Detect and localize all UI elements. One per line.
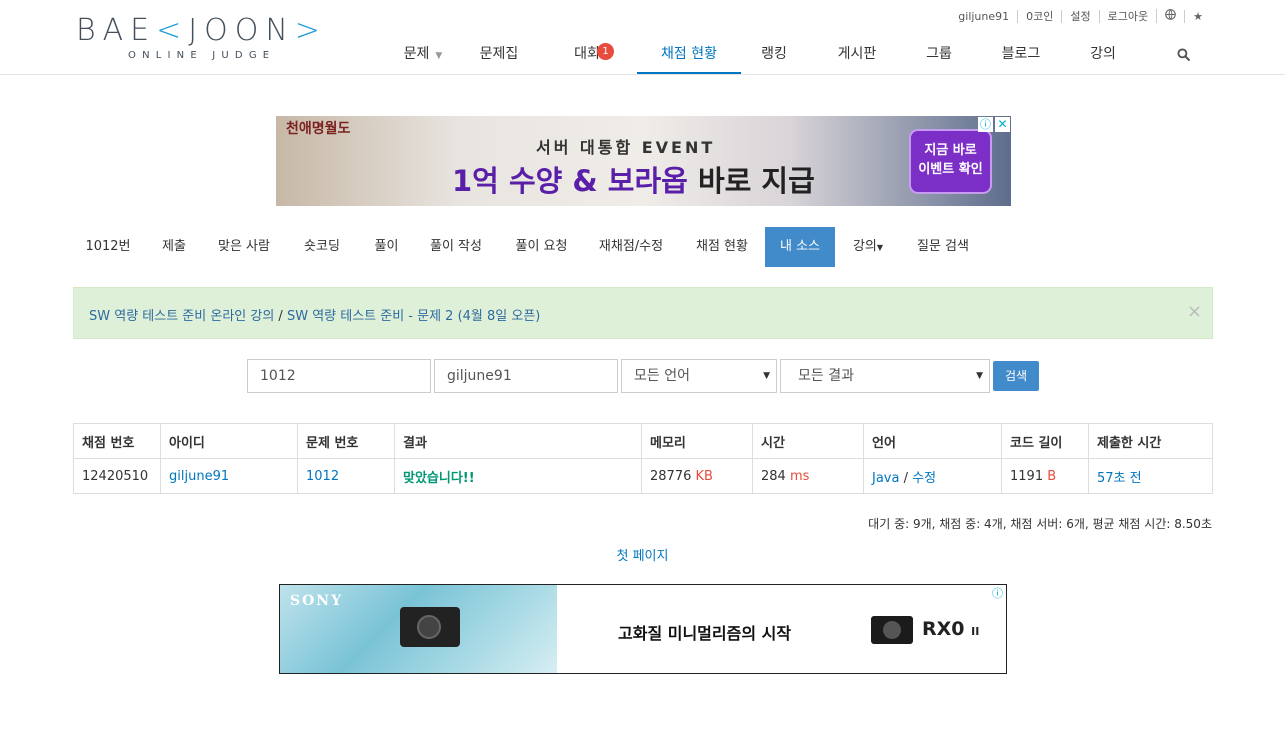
col-user-id: 아이디 — [160, 423, 298, 459]
table-header-row: 채점 번호 아이디 문제 번호 결과 메모리 시간 언어 코드 길이 제출한 시… — [73, 423, 1213, 459]
ad-headline: 1억 수양 & 보라옵 바로 지급 — [452, 164, 815, 198]
site-header: BAE<JOON> ONLINE JUDGE giljune91 0코인 설정 … — [0, 0, 1285, 75]
tab-request-solution[interactable]: 풀이 요청 — [500, 227, 583, 267]
camera-image — [400, 607, 460, 647]
camera-icon — [871, 616, 913, 644]
tab-my-source[interactable]: 내 소스 — [765, 227, 835, 267]
alert-link-problem[interactable]: SW 역량 테스트 준비 - 문제 2 (4월 8일 오픈) — [287, 309, 540, 324]
main-nav: 문제 ▼ 문제집 대회 1 채점 현황 랭킹 게시판 그룹 블로그 강의 — [385, 36, 1231, 74]
col-memory: 메모리 — [641, 423, 753, 459]
col-code-length: 코드 길이 — [1001, 423, 1089, 459]
col-result: 결과 — [394, 423, 642, 459]
star-icon[interactable]: ★ — [1184, 9, 1211, 23]
result-select[interactable]: 모든 결과 ▼ — [780, 359, 990, 393]
tab-short-coding[interactable]: 숏코딩 — [283, 227, 361, 267]
notice-alert: SW 역량 테스트 준비 온라인 강의 / SW 역량 테스트 준비 - 문제 … — [73, 287, 1213, 339]
table-row: 12420510 giljune91 1012 맞았습니다!! 28776 KB… — [73, 458, 1213, 494]
alert-text: SW 역량 테스트 준비 온라인 강의 / SW 역량 테스트 준비 - 문제 … — [89, 309, 541, 324]
nav-group[interactable]: 그룹 — [907, 36, 971, 74]
problem-link[interactable]: 1012 — [306, 469, 339, 484]
tab-submit[interactable]: 제출 — [143, 227, 205, 267]
alert-link-course[interactable]: SW 역량 테스트 준비 온라인 강의 — [89, 309, 274, 324]
col-submission-id: 채점 번호 — [73, 423, 161, 459]
col-problem-id: 문제 번호 — [297, 423, 395, 459]
nav-blog[interactable]: 블로그 — [971, 36, 1071, 74]
username-link[interactable]: giljune91 — [950, 10, 1017, 23]
nav-problems[interactable]: 문제 ▼ — [385, 36, 461, 74]
language-cell: Java / 수정 — [863, 458, 1002, 494]
status-table: 채점 번호 아이디 문제 번호 결과 메모리 시간 언어 코드 길이 제출한 시… — [73, 423, 1213, 494]
ad-event-text: 서버 대통합 EVENT — [536, 138, 716, 157]
dropdown-arrow-icon: ▼ — [763, 371, 770, 381]
ad-photo: SONY — [280, 585, 557, 673]
logout-link[interactable]: 로그아웃 — [1098, 9, 1156, 23]
contest-count-badge: 1 — [597, 43, 614, 60]
judge-stats: 대기 중: 9개, 채점 중: 4개, 채점 서버: 6개, 평균 채점 시간:… — [868, 517, 1212, 531]
user-id-input[interactable]: giljune91 — [434, 359, 618, 393]
banner-ad-bottom[interactable]: SONY 고화질 미니멀리즘의 시작 RX0 II ⓘ — [279, 584, 1007, 674]
logo[interactable]: BAE<JOON> ONLINE JUDGE — [76, 13, 327, 62]
logo-wordmark: BAE<JOON> — [76, 13, 327, 48]
problem-id-input[interactable]: 1012 — [247, 359, 431, 393]
tab-problem-number[interactable]: 1012번 — [73, 227, 143, 267]
tab-rejudge[interactable]: 재채점/수정 — [583, 227, 679, 267]
submission-id: 12420510 — [73, 458, 161, 494]
tab-status[interactable]: 채점 현황 — [679, 227, 765, 267]
logo-subtitle: ONLINE JUDGE — [128, 50, 276, 61]
chevron-down-icon: ▼ — [435, 51, 443, 61]
language-link[interactable]: Java — [872, 471, 899, 486]
search-button[interactable]: 검색 — [993, 361, 1039, 391]
first-page-link[interactable]: 첫 페이지 — [617, 549, 669, 564]
caret-down-icon: ▼ — [876, 243, 884, 252]
nav-contests[interactable]: 대회 1 — [537, 36, 637, 74]
nav-board[interactable]: 게시판 — [807, 36, 907, 74]
search-icon[interactable] — [1135, 36, 1231, 74]
tab-solutions[interactable]: 풀이 — [361, 227, 412, 267]
col-submitted-time: 제출한 시간 — [1088, 423, 1213, 459]
nav-ranking[interactable]: 랭킹 — [741, 36, 807, 74]
submitted-time-link[interactable]: 57초 전 — [1097, 471, 1142, 486]
col-language: 언어 — [863, 423, 1002, 459]
language-select[interactable]: 모든 언어 ▼ — [621, 359, 777, 393]
dropdown-arrow-icon: ▼ — [976, 371, 983, 381]
tab-accepted-users[interactable]: 맞은 사람 — [205, 227, 283, 267]
banner-ad-top[interactable]: 천애명월도 서버 대통합 EVENT 1억 수양 & 보라옵 바로 지급 지금 … — [276, 116, 1011, 206]
edit-link[interactable]: 수정 — [912, 471, 936, 486]
code-length-cell: 1191 B — [1001, 458, 1089, 494]
tab-write-solution[interactable]: 풀이 작성 — [412, 227, 500, 267]
nav-status[interactable]: 채점 현황 — [637, 36, 741, 74]
user-link[interactable]: giljune91 — [169, 469, 229, 484]
ad-brand-logo: SONY — [290, 593, 344, 609]
time-cell: 284 ms — [752, 458, 864, 494]
problem-subnav: 1012번 제출 맞은 사람 숏코딩 풀이 풀이 작성 풀이 요청 재채점/수정… — [73, 227, 985, 267]
nav-lecture[interactable]: 강의 — [1071, 36, 1135, 74]
result-accepted: 맞았습니다!! — [403, 470, 475, 486]
ad-cta-button[interactable]: 지금 바로 이벤트 확인 — [909, 129, 992, 194]
ad-close-icon[interactable]: ✕ — [995, 117, 1010, 132]
ad-info-icon[interactable]: ⓘ — [990, 586, 1005, 601]
tab-question-search[interactable]: 질문 검색 — [901, 227, 985, 267]
globe-icon[interactable] — [1156, 9, 1184, 23]
memory-cell: 28776 KB — [641, 458, 753, 494]
ad-game-logo: 천애명월도 — [286, 121, 351, 137]
tab-lecture-dropdown[interactable]: 강의▼ — [835, 227, 901, 267]
coin-link[interactable]: 0코인 — [1017, 9, 1061, 23]
ad-info-icon[interactable]: ⓘ — [978, 117, 993, 132]
settings-link[interactable]: 설정 — [1061, 9, 1098, 23]
col-time: 시간 — [752, 423, 864, 459]
user-topbar: giljune91 0코인 설정 로그아웃 ★ — [950, 9, 1211, 23]
ad-model-name: RX0 II — [922, 618, 980, 640]
nav-workbooks[interactable]: 문제집 — [461, 36, 537, 74]
close-icon[interactable]: × — [1187, 301, 1202, 322]
ad-tagline: 고화질 미니멀리즘의 시작 — [618, 624, 792, 643]
